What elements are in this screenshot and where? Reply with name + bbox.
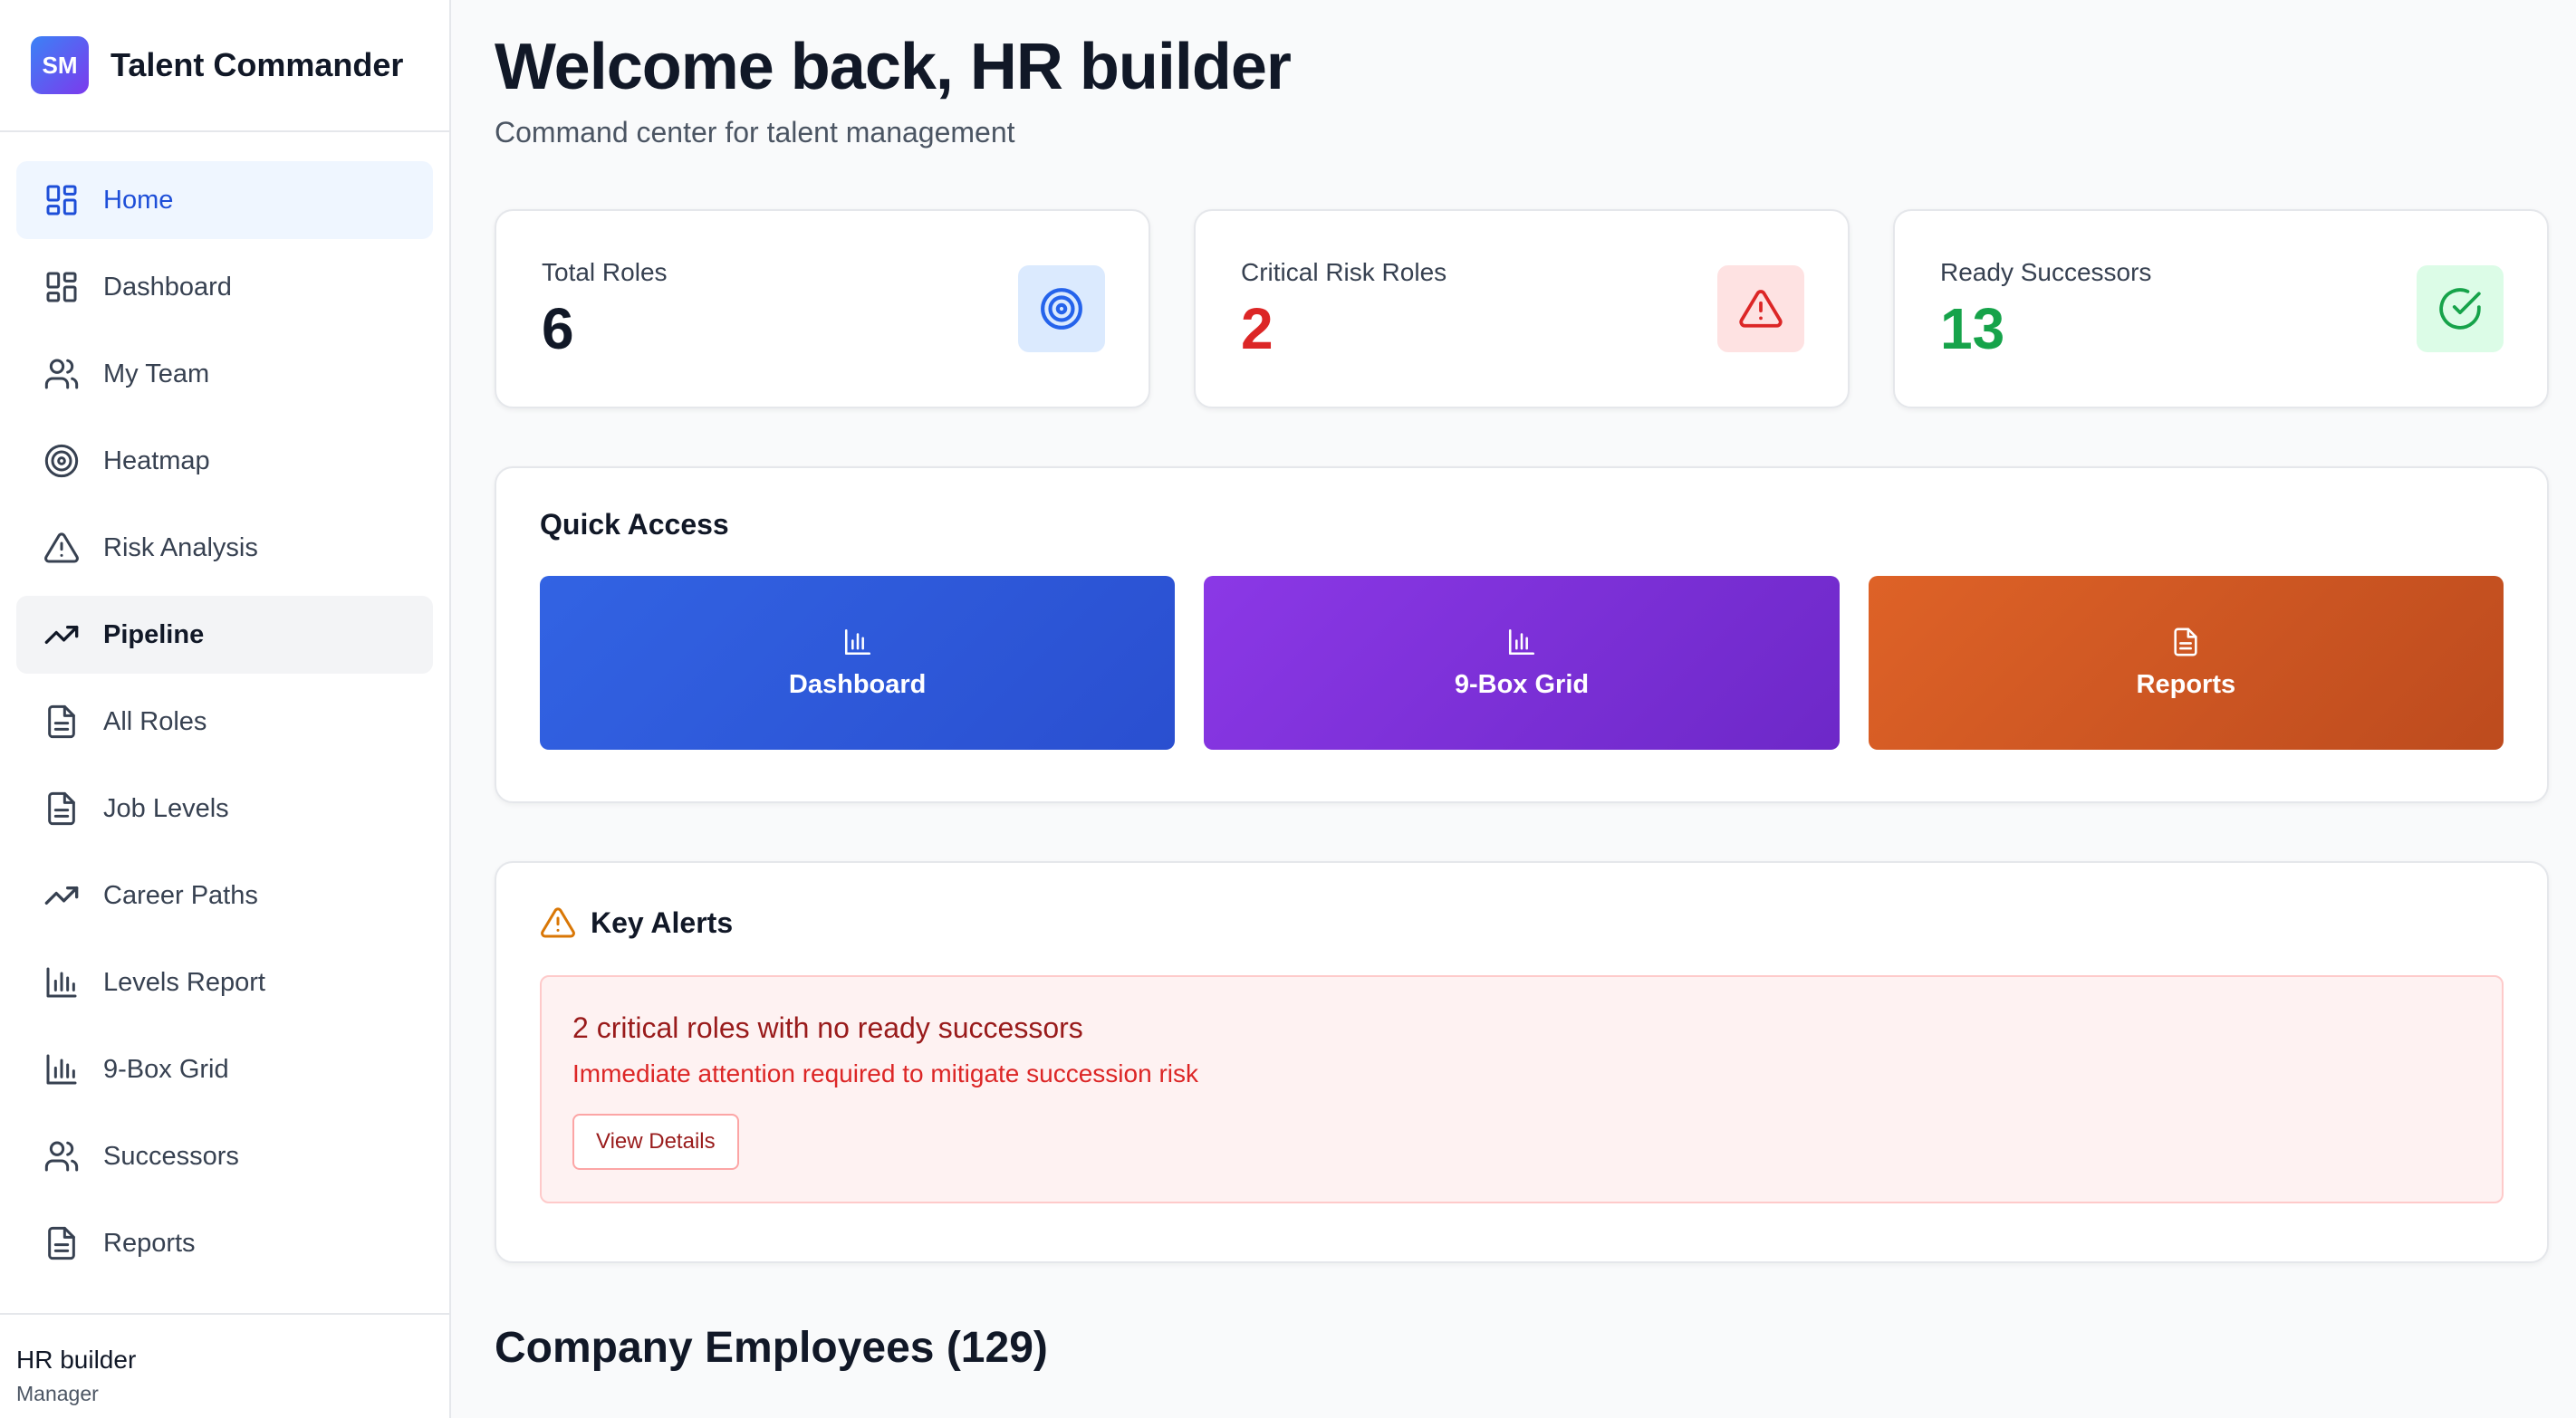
target-icon — [1018, 265, 1105, 352]
sidebar-item-label: Pipeline — [103, 619, 205, 649]
user-profile[interactable]: HR builder Manager — [0, 1313, 449, 1418]
bar-chart-icon — [46, 1054, 77, 1085]
quick-access-label: Dashboard — [788, 669, 927, 699]
page-title: Welcome back, HR builder — [495, 31, 1292, 103]
sidebar-item-risk-analysis[interactable]: Risk Analysis — [16, 509, 433, 587]
brand-name: Talent Commander — [111, 46, 404, 83]
sidebar-item-9-box-grid[interactable]: 9-Box Grid — [16, 1030, 433, 1108]
user-name: HR builder — [16, 1346, 137, 1374]
sidebar-item-label: Reports — [103, 1228, 196, 1258]
panel-title: Key Alerts — [591, 905, 734, 939]
document-icon — [2174, 628, 2197, 656]
sidebar-item-heatmap[interactable]: Heatmap — [16, 422, 433, 500]
bar-chart-icon — [46, 967, 77, 998]
quick-access-label: 9-Box Grid — [1454, 669, 1590, 699]
stat-card-ready-successors: Ready Successors 13 — [1893, 209, 2549, 408]
alert-triangle-icon — [44, 532, 79, 563]
users-icon — [44, 359, 79, 389]
sidebar-item-label: Career Paths — [103, 880, 258, 910]
sidebar-item-all-roles[interactable]: All Roles — [16, 683, 433, 761]
key-alerts-panel: Key Alerts 2 critical roles with no read… — [495, 861, 2549, 1263]
page-subtitle: Command center for talent management — [495, 116, 1015, 149]
quick-access-reports-button[interactable]: Reports — [1868, 576, 2504, 750]
sidebar-nav: Home Dashboard My Team Heatmap Risk Anal… — [0, 132, 449, 1282]
quick-access-dashboard-button[interactable]: Dashboard — [540, 576, 1176, 750]
grid-icon — [46, 272, 77, 302]
brand[interactable]: SM Talent Commander — [0, 0, 449, 132]
alert-triangle-icon — [1717, 265, 1804, 352]
stat-card-total-roles: Total Roles 6 — [495, 209, 1150, 408]
document-icon — [48, 1226, 75, 1260]
target-icon — [44, 444, 79, 478]
sidebar-item-home[interactable]: Home — [16, 161, 433, 239]
panel-title: Quick Access — [540, 508, 729, 541]
app-root: SM Talent Commander Home Dashboard My Te… — [0, 0, 2576, 1418]
company-employees-title: Company Employees (129) — [495, 1324, 1048, 1372]
sidebar-item-label: Job Levels — [103, 793, 229, 823]
sidebar: SM Talent Commander Home Dashboard My Te… — [0, 0, 451, 1418]
sidebar-item-pipeline[interactable]: Pipeline — [16, 596, 433, 674]
quick-access-grid: Dashboard 9-Box Grid Reports — [540, 576, 2504, 750]
sidebar-item-levels-report[interactable]: Levels Report — [16, 944, 433, 1021]
sidebar-item-my-team[interactable]: My Team — [16, 335, 433, 413]
quick-access-label: Reports — [2136, 669, 2236, 699]
alert-message: Immediate attention required to mitigate… — [572, 1059, 1198, 1087]
quick-access-9-box-button[interactable]: 9-Box Grid — [1204, 576, 1840, 750]
sidebar-item-label: Heatmap — [103, 446, 210, 475]
document-icon — [48, 704, 75, 739]
sidebar-item-label: All Roles — [103, 706, 207, 736]
sidebar-item-label: Successors — [103, 1141, 239, 1171]
check-circle-icon — [2417, 265, 2504, 352]
document-icon — [48, 791, 75, 826]
sidebar-item-label: Home — [103, 185, 174, 215]
alert-title: 2 critical roles with no ready successor… — [572, 1011, 1083, 1044]
main-content: Welcome back, HR builder Command center … — [451, 0, 2576, 1418]
grid-icon — [46, 185, 77, 216]
view-details-button[interactable]: View Details — [572, 1114, 739, 1170]
alert-item: 2 critical roles with no ready successor… — [540, 975, 2504, 1203]
alerts-header: Key Alerts — [540, 905, 2504, 941]
sidebar-item-label: Dashboard — [103, 272, 232, 302]
quick-access-panel: Quick Access Dashboard 9-Box Grid Report… — [495, 466, 2549, 803]
sidebar-item-reports[interactable]: Reports — [16, 1204, 433, 1282]
stats-row: Total Roles 6 Critical Risk Roles 2 Read… — [495, 209, 2551, 408]
sidebar-item-label: 9-Box Grid — [103, 1054, 229, 1084]
sidebar-item-label: Risk Analysis — [103, 532, 258, 562]
sidebar-item-label: My Team — [103, 359, 210, 388]
sidebar-item-label: Levels Report — [103, 967, 265, 997]
trending-up-icon — [44, 626, 79, 644]
users-icon — [44, 1141, 79, 1172]
alert-triangle-icon — [541, 907, 575, 938]
brand-logo: SM — [31, 36, 89, 94]
bar-chart-icon — [1508, 628, 1535, 655]
user-role: Manager — [16, 1382, 99, 1405]
stat-card-critical-risk: Critical Risk Roles 2 — [1194, 209, 1850, 408]
bar-chart-icon — [844, 628, 870, 655]
trending-up-icon — [44, 886, 79, 905]
sidebar-item-dashboard[interactable]: Dashboard — [16, 248, 433, 326]
sidebar-item-successors[interactable]: Successors — [16, 1117, 433, 1195]
sidebar-item-career-paths[interactable]: Career Paths — [16, 857, 433, 934]
sidebar-item-job-levels[interactable]: Job Levels — [16, 770, 433, 848]
